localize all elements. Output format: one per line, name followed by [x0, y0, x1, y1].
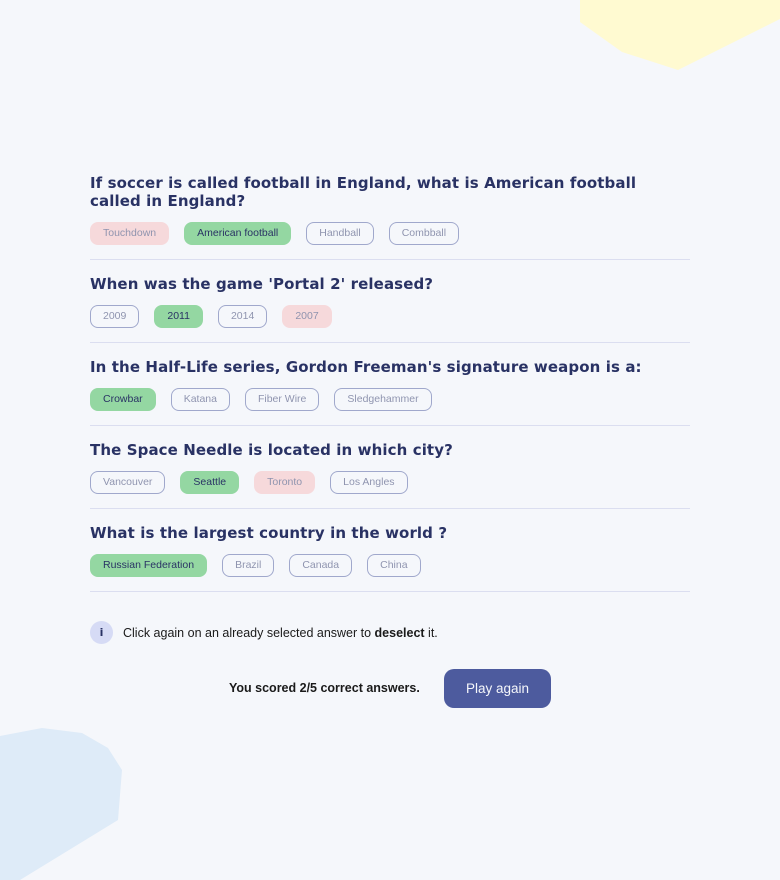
answer-option-correct[interactable]: Crowbar — [90, 388, 156, 411]
answer-option-wrong[interactable]: 2007 — [282, 305, 332, 328]
answer-option-wrong[interactable]: Touchdown — [90, 222, 170, 245]
question-block: When was the game 'Portal 2' released? 20… — [90, 275, 690, 343]
answer-option-wrong[interactable]: Toronto — [254, 471, 316, 494]
question-text: If soccer is called football in England,… — [90, 174, 637, 210]
answer-option-neutral[interactable]: Sledgehammer — [334, 388, 432, 411]
answer-options: Crowbar Katana Fiber Wire Sledgehammer — [90, 388, 690, 411]
answer-option-neutral[interactable]: 2009 — [90, 305, 140, 328]
yellow-blob-decoration — [580, 0, 780, 70]
answer-option-correct[interactable]: American football — [184, 222, 292, 245]
answer-option-correct[interactable]: 2011 — [154, 305, 203, 328]
answer-options: Touchdown American football Handball Combba… — [90, 222, 690, 245]
answer-option-neutral[interactable]: Brazil — [222, 554, 275, 577]
answer-option-neutral[interactable]: Combball — [388, 222, 460, 245]
answer-options: 2009 2011 2014 2007 — [90, 305, 690, 328]
info-icon: i — [90, 621, 113, 644]
question-text: The Space Needle is located in which cit… — [90, 441, 453, 459]
question-block: What is the largest country in the world… — [90, 524, 690, 592]
answer-options: Vancouver Seattle Toronto Los Angles — [90, 471, 690, 494]
answer-option-correct[interactable]: Seattle — [180, 471, 240, 494]
question-block: In the Half-Life series, Gordon Freeman'… — [90, 358, 690, 426]
answer-option-neutral[interactable]: China — [367, 554, 421, 577]
blue-blob-decoration — [0, 728, 122, 880]
info-hint: i Click again on an already selected ans… — [90, 621, 438, 644]
answer-option-neutral[interactable]: 2014 — [217, 305, 268, 328]
score-text: You scored 2/5 correct answers. — [229, 681, 420, 695]
answer-option-correct[interactable]: Russian Federation — [90, 554, 208, 577]
question-block: The Space Needle is located in which cit… — [90, 441, 690, 509]
answer-option-neutral[interactable]: Canada — [289, 554, 353, 577]
question-block: If soccer is called football in England,… — [90, 174, 690, 260]
answer-option-neutral[interactable]: Fiber Wire — [244, 388, 320, 411]
answer-option-neutral[interactable]: Los Angles — [330, 471, 408, 494]
answer-option-neutral[interactable]: Katana — [170, 388, 230, 411]
answer-option-neutral[interactable]: Handball — [306, 222, 374, 245]
quiz-list: If soccer is called football in England,… — [90, 174, 690, 607]
answer-option-neutral[interactable]: Vancouver — [90, 471, 166, 494]
play-again-button[interactable]: Play again — [444, 669, 551, 708]
question-text: What is the largest country in the world… — [90, 524, 448, 542]
info-text: Click again on an already selected answe… — [123, 625, 438, 640]
question-text: When was the game 'Portal 2' released? — [90, 275, 434, 293]
question-text: In the Half-Life series, Gordon Freeman'… — [90, 358, 642, 376]
answer-options: Russian Federation Brazil Canada China — [90, 554, 690, 577]
